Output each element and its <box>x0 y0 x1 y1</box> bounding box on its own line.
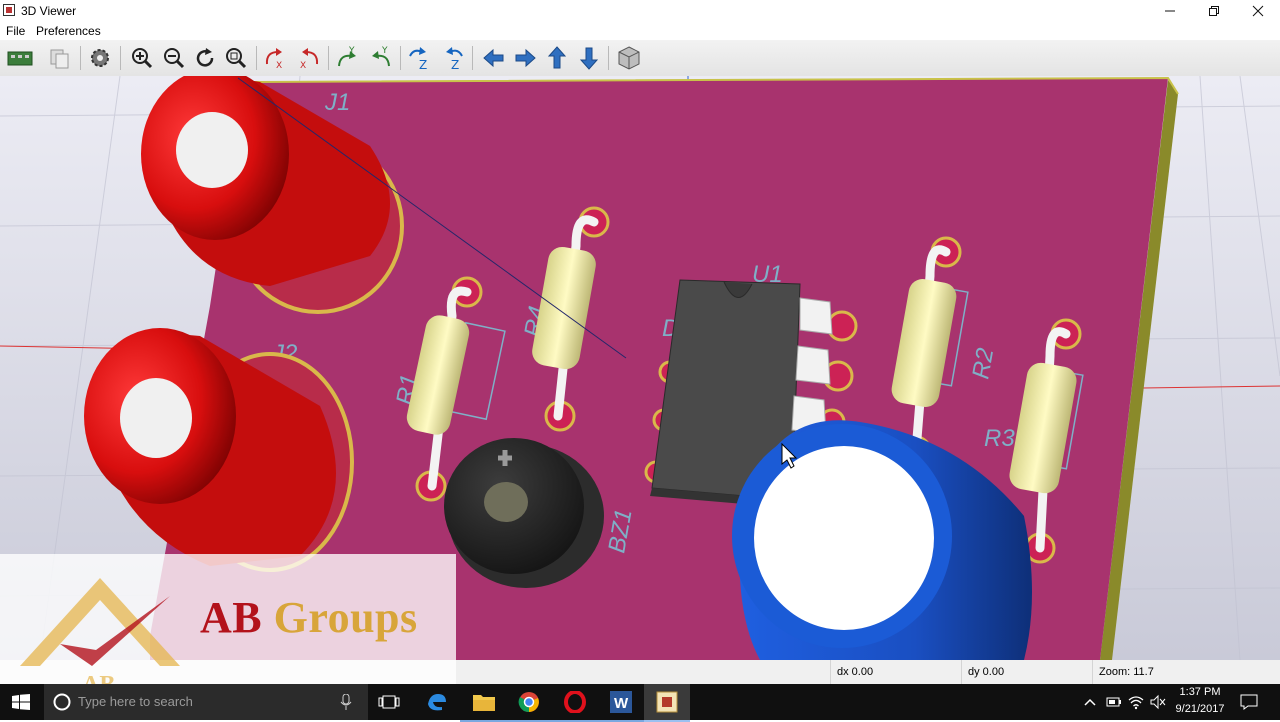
menu-preferences[interactable]: Preferences <box>36 24 101 38</box>
status-dy: dy 0.00 <box>961 660 1092 684</box>
watermark-groups: Groups <box>273 593 418 642</box>
toolbar-separator <box>328 46 329 70</box>
label-j1: J1 <box>324 89 350 116</box>
zoom-fit-icon[interactable] <box>222 44 250 72</box>
toolbar-separator <box>80 46 81 70</box>
axis-label-z: Z <box>451 58 459 72</box>
rotate-x-ccw-icon[interactable]: X <box>294 44 322 72</box>
toolbar-separator <box>608 46 609 70</box>
menu-bar: File Preferences <box>0 22 1280 40</box>
svg-text:W: W <box>614 695 629 712</box>
toolbar: X X Y Y Z Z <box>0 40 1280 77</box>
label-r2: R2 <box>967 346 999 381</box>
redraw-icon[interactable] <box>191 44 219 72</box>
arrow-down-icon[interactable] <box>575 44 603 72</box>
minimize-icon <box>1165 10 1175 12</box>
chevron-up-icon[interactable] <box>1084 698 1096 706</box>
taskbar-kicad[interactable] <box>644 684 690 722</box>
watermark-text: AB Groups <box>200 592 418 643</box>
window-title: 3D Viewer <box>21 4 77 18</box>
rotate-x-cw-icon[interactable]: X <box>262 44 290 72</box>
toolbar-separator <box>256 46 257 70</box>
taskbar-chrome[interactable] <box>506 684 552 722</box>
word-icon: W <box>610 691 632 713</box>
copy-icon[interactable] <box>46 44 74 72</box>
rotate-y-cw-icon[interactable]: Y <box>334 44 362 72</box>
search-placeholder: Type here to search <box>78 694 193 709</box>
arrow-up-icon[interactable] <box>543 44 571 72</box>
rotate-y-ccw-icon[interactable]: Y <box>366 44 394 72</box>
rotate-z-ccw-icon[interactable]: Z <box>438 44 466 72</box>
taskbar-opera[interactable] <box>552 684 598 722</box>
clock-time[interactable]: 1:37 PM <box>1172 686 1228 698</box>
taskbar: Type here to search W 1:37 PM 9/21/2017 <box>0 684 1280 722</box>
close-button[interactable] <box>1236 0 1280 22</box>
taskbar-search[interactable]: Type here to search <box>44 684 368 720</box>
volume-muted-icon[interactable] <box>1150 694 1166 710</box>
taskbar-file-explorer[interactable] <box>460 684 506 722</box>
menu-file[interactable]: File <box>6 24 25 38</box>
restore-icon <box>1209 6 1219 16</box>
zoom-out-icon[interactable] <box>160 44 188 72</box>
restore-button[interactable] <box>1192 0 1236 22</box>
reload-board-icon[interactable] <box>6 44 34 72</box>
cube-icon[interactable] <box>615 44 643 72</box>
title-bar: 3D Viewer <box>0 0 1280 22</box>
axis-label-z: Z <box>419 58 427 72</box>
clock-date[interactable]: 9/21/2017 <box>1172 703 1228 715</box>
edge-icon[interactable] <box>426 692 448 712</box>
minimize-button[interactable] <box>1148 0 1192 22</box>
wifi-icon[interactable] <box>1128 694 1144 710</box>
taskbar-word[interactable]: W <box>598 684 644 722</box>
status-dx: dx 0.00 <box>830 660 961 684</box>
kicad-icon <box>656 691 678 713</box>
toolbar-separator <box>472 46 473 70</box>
arrow-right-icon[interactable] <box>511 44 539 72</box>
opera-icon <box>564 691 586 713</box>
axis-label-x: X <box>300 61 306 71</box>
battery-icon[interactable] <box>1106 696 1122 708</box>
gear-icon[interactable] <box>86 44 114 72</box>
chrome-icon <box>518 692 539 713</box>
axis-label-y: Y <box>381 46 388 56</box>
arrow-left-icon[interactable] <box>480 44 508 72</box>
app-icon <box>3 4 15 16</box>
microphone-icon[interactable] <box>340 694 352 710</box>
cortana-icon <box>53 693 71 711</box>
windows-start-icon[interactable] <box>12 694 30 710</box>
toolbar-separator <box>120 46 121 70</box>
axis-label-y: Y <box>348 46 355 56</box>
status-zoom: Zoom: 11.7 <box>1092 660 1280 684</box>
rotate-z-cw-icon[interactable]: Z <box>406 44 434 72</box>
toolbar-separator <box>400 46 401 70</box>
zoom-in-icon[interactable] <box>128 44 156 72</box>
axis-label-x: X <box>276 61 282 71</box>
notifications-icon[interactable] <box>1240 693 1258 711</box>
watermark-ab: AB <box>200 593 274 642</box>
folder-icon <box>473 695 495 711</box>
close-icon <box>1252 5 1264 17</box>
label-r3: R3 <box>984 425 1015 452</box>
task-view-icon[interactable] <box>378 694 400 710</box>
